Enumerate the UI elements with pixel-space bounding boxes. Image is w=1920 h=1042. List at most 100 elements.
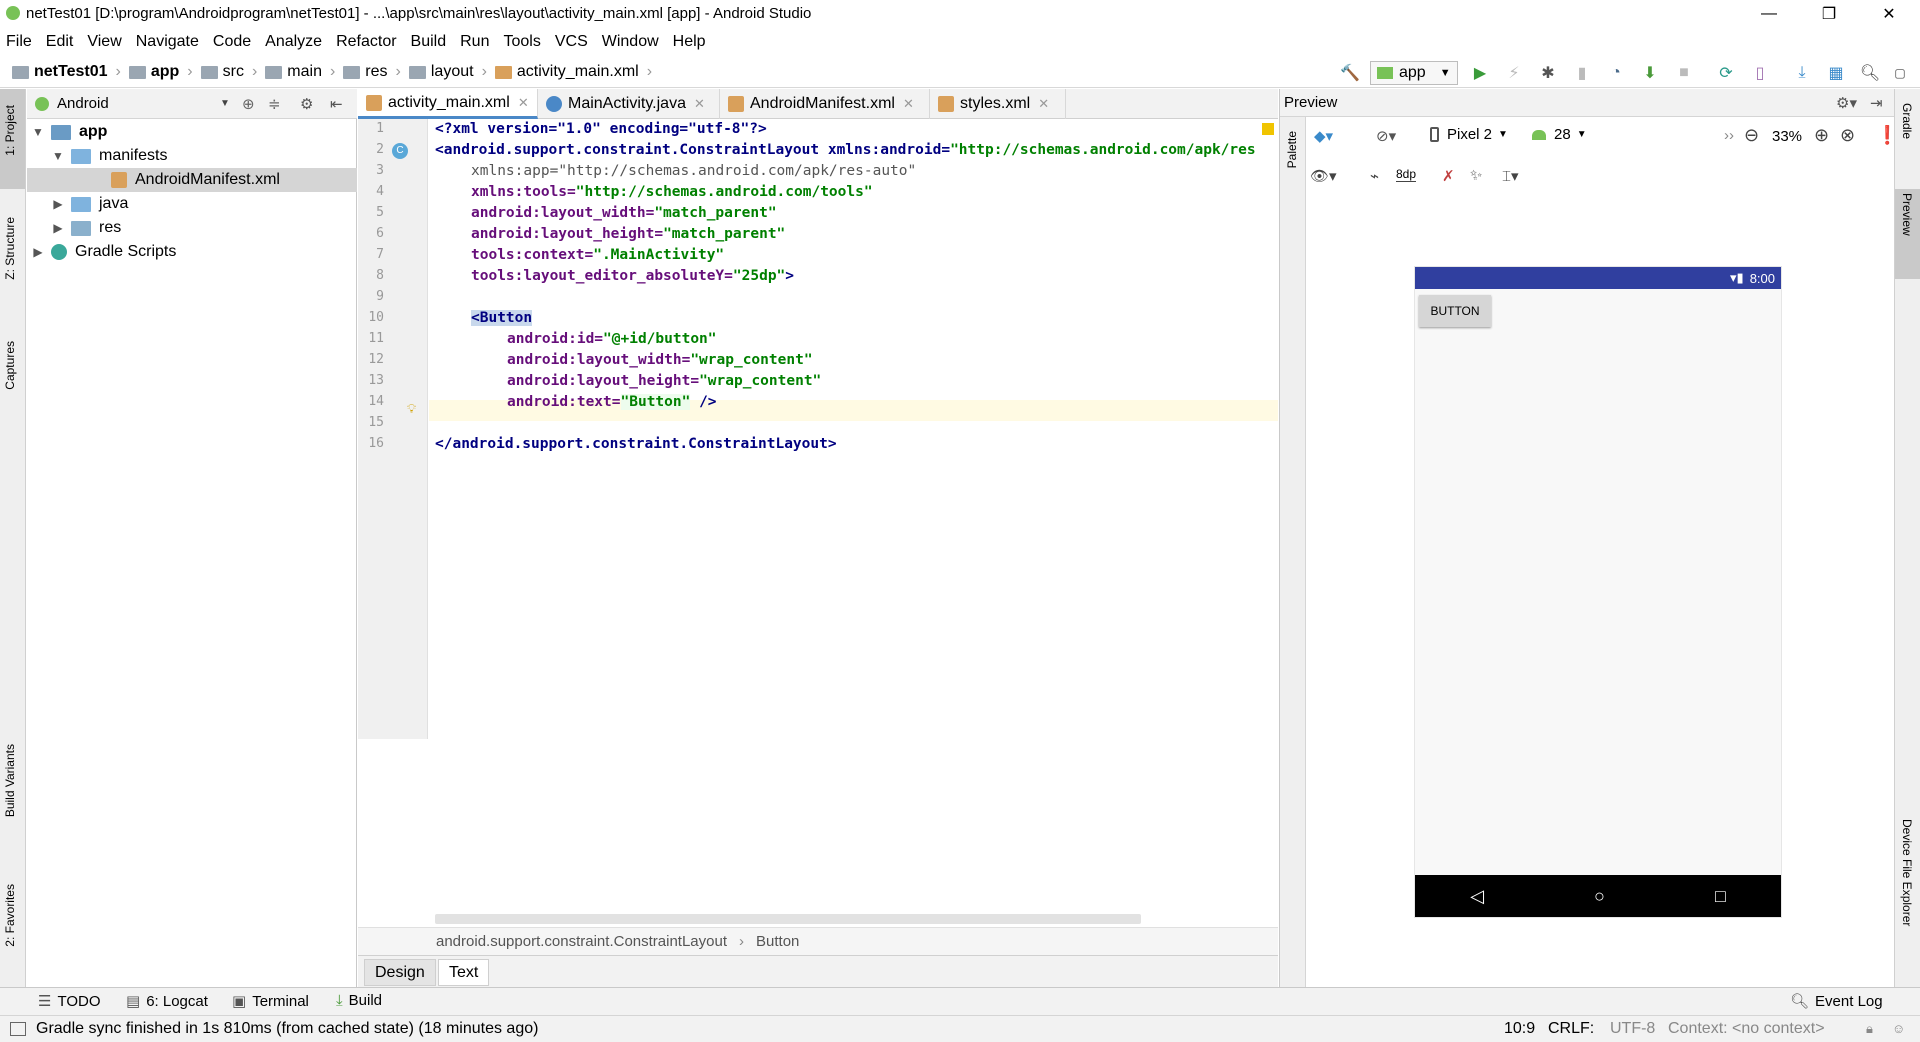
tab-design[interactable]: Design (364, 959, 436, 986)
project-view-select[interactable]: Android (57, 95, 109, 112)
overflow-icon[interactable]: ›› (1724, 127, 1734, 144)
tree-item-androidmanifest[interactable]: AndroidManifest.xml (27, 168, 357, 192)
logcat-tool-button[interactable]: ▤ 6: Logcat (126, 992, 208, 1011)
close-tab-icon[interactable]: ✕ (518, 95, 529, 111)
hide-panel-icon[interactable]: ⇥ (1870, 94, 1883, 112)
context-indicator[interactable]: Context: <no context> (1668, 1020, 1825, 1038)
close-tab-icon[interactable]: ✕ (694, 96, 705, 112)
file-encoding[interactable]: UTF-8 (1610, 1020, 1655, 1038)
status-message[interactable]: Gradle sync finished in 1s 810ms (from c… (36, 1020, 538, 1038)
build-variants-tool-button[interactable]: Build Variants (3, 744, 17, 817)
close-tab-icon[interactable]: ✕ (903, 96, 914, 112)
sdk-manager-icon[interactable]: ⤓ (1792, 63, 1812, 83)
sync-gradle-icon[interactable]: ⟳ (1716, 63, 1736, 83)
profile-icon[interactable]: ◔ (1606, 63, 1626, 83)
code-line-3[interactable]: xmlns:app="http://schemas.android.com/ap… (471, 161, 916, 182)
coverage-icon[interactable]: ▮ (1572, 63, 1592, 83)
menu-help[interactable]: Help (673, 33, 706, 51)
search-icon[interactable]: 🔍︎ (1860, 63, 1880, 83)
preview-tool-button[interactable]: Preview (1900, 193, 1914, 236)
code-line-11[interactable]: android:id="@+id/button" (507, 329, 717, 350)
attach-debugger-icon[interactable]: ⬇ (1640, 63, 1660, 83)
captures-tool-button[interactable]: Captures (3, 341, 17, 390)
run-config-select[interactable]: app ▼ (1370, 61, 1458, 85)
restore-button[interactable]: ❐ (1806, 0, 1852, 28)
guidelines-icon[interactable]: ⌶▾ (1502, 167, 1519, 185)
phone-button-widget[interactable]: BUTTON (1419, 295, 1491, 327)
lock-icon[interactable]: 🔒︎ (1866, 1021, 1873, 1037)
code-line-7[interactable]: tools:context=".MainActivity" (471, 245, 724, 266)
menu-edit[interactable]: Edit (46, 33, 74, 51)
crumb-main[interactable]: main › (265, 63, 335, 81)
back-icon[interactable]: ◁ (1470, 886, 1484, 907)
magnet-icon[interactable]: ⌁ (1370, 167, 1379, 185)
layers-icon[interactable]: ◆▾ (1314, 127, 1333, 145)
device-file-explorer-tool-button[interactable]: Device File Explorer (1900, 819, 1914, 926)
close-tab-icon[interactable]: ✕ (1038, 96, 1049, 112)
code-line-16[interactable]: </android.support.constraint.ConstraintL… (435, 434, 837, 455)
menu-refactor[interactable]: Refactor (336, 33, 396, 51)
tree-item-app[interactable]: ▼ app (27, 120, 357, 144)
zoom-fit-icon[interactable]: ⊗ (1840, 125, 1855, 146)
more-icon[interactable]: ▢ (1890, 63, 1910, 83)
menu-analyze[interactable]: Analyze (265, 33, 322, 51)
breadcrumb-button[interactable]: Button (756, 933, 799, 950)
run-icon[interactable]: ▶ (1470, 63, 1490, 83)
menu-window[interactable]: Window (602, 33, 659, 51)
zoom-in-icon[interactable]: ⊕ (1814, 125, 1829, 146)
todo-tool-button[interactable]: ☰ TODO (38, 992, 101, 1011)
code-line-2[interactable]: <android.support.constraint.ConstraintLa… (435, 140, 1256, 161)
recents-icon[interactable]: □ (1715, 886, 1726, 907)
tab-activity-main-xml[interactable]: activity_main.xml ✕ (358, 89, 538, 119)
caret-position[interactable]: 10:9 (1504, 1020, 1535, 1038)
project-structure-icon[interactable]: ▦ (1826, 63, 1846, 83)
tab-text[interactable]: Text (438, 959, 490, 986)
collapse-all-icon[interactable]: ≑ (268, 95, 281, 113)
code-line-14[interactable]: android:text="Button" /> (507, 392, 717, 413)
breadcrumb-constraintlayout[interactable]: android.support.constraint.ConstraintLay… (436, 933, 727, 950)
hide-panel-icon[interactable]: ⇤ (330, 95, 343, 113)
code-line-10[interactable]: <Button (471, 308, 533, 329)
favorites-tool-button[interactable]: 2: Favorites (3, 884, 17, 947)
code-line-6[interactable]: android:layout_height="match_parent" (471, 224, 785, 245)
device-preview[interactable]: ▾▮ 8:00 BUTTON ◁ ○ □ (1415, 267, 1781, 917)
close-button[interactable]: ✕ (1866, 0, 1912, 28)
locate-icon[interactable]: ⊕ (242, 95, 255, 113)
menu-run[interactable]: Run (460, 33, 489, 51)
gradle-tool-button[interactable]: Gradle (1900, 103, 1914, 139)
horizontal-scrollbar[interactable] (435, 914, 1141, 924)
code-line-8[interactable]: tools:layout_editor_absoluteY="25dp"> (471, 266, 794, 287)
debug-icon[interactable]: ✱ (1538, 63, 1558, 83)
infer-constraints-icon[interactable]: ✨︎ (1470, 167, 1482, 184)
gear-icon[interactable]: ⚙▾ (1836, 94, 1857, 112)
tab-androidmanifest-xml[interactable]: AndroidManifest.xml ✕ (720, 89, 930, 119)
crumb-layout[interactable]: layout › (408, 63, 487, 81)
device-select[interactable]: Pixel 2 ▼ (1430, 126, 1508, 143)
tree-item-manifests[interactable]: ▼ manifests (27, 144, 357, 168)
menu-view[interactable]: View (87, 33, 121, 51)
project-tool-button[interactable]: 1: Project (3, 105, 17, 156)
menu-vcs[interactable]: VCS (555, 33, 588, 51)
code-line-1[interactable]: <?xml version="1.0" encoding="utf-8"?> (435, 119, 767, 140)
code-line-12[interactable]: android:layout_width="wrap_content" (507, 350, 813, 371)
inspection-warning-marker[interactable] (1262, 123, 1274, 135)
tree-item-gradle-scripts[interactable]: ▶ Gradle Scripts (27, 240, 357, 264)
event-log-tool-button[interactable]: 🔍︎ Event Log (1790, 992, 1883, 1011)
gear-icon[interactable]: ⚙ (300, 95, 313, 113)
avd-manager-icon[interactable]: ▯ (1750, 63, 1770, 83)
structure-tool-button[interactable]: Z: Structure (3, 217, 17, 280)
default-margin[interactable]: 8dp (1396, 167, 1417, 182)
crumb-app[interactable]: app › (128, 63, 193, 81)
apply-changes-icon[interactable]: ⚡ (1504, 63, 1524, 83)
tab-styles-xml[interactable]: styles.xml ✕ (930, 89, 1066, 119)
lightbulb-icon[interactable]: 💡︎ (407, 401, 416, 417)
menu-build[interactable]: Build (411, 33, 447, 51)
palette-tool-button[interactable]: Palette (1285, 131, 1299, 168)
toggle-tool-windows-icon[interactable] (10, 1022, 26, 1036)
menu-tools[interactable]: Tools (503, 33, 540, 51)
crumb-src[interactable]: src › (200, 63, 257, 81)
build-tool-button[interactable]: ⤓ Build (336, 992, 382, 1009)
eye-icon[interactable]: 👁︎▾ (1310, 167, 1337, 185)
crumb-file[interactable]: activity_main.xml › (494, 63, 652, 81)
api-level-select[interactable]: 28 ▼ (1532, 126, 1587, 143)
